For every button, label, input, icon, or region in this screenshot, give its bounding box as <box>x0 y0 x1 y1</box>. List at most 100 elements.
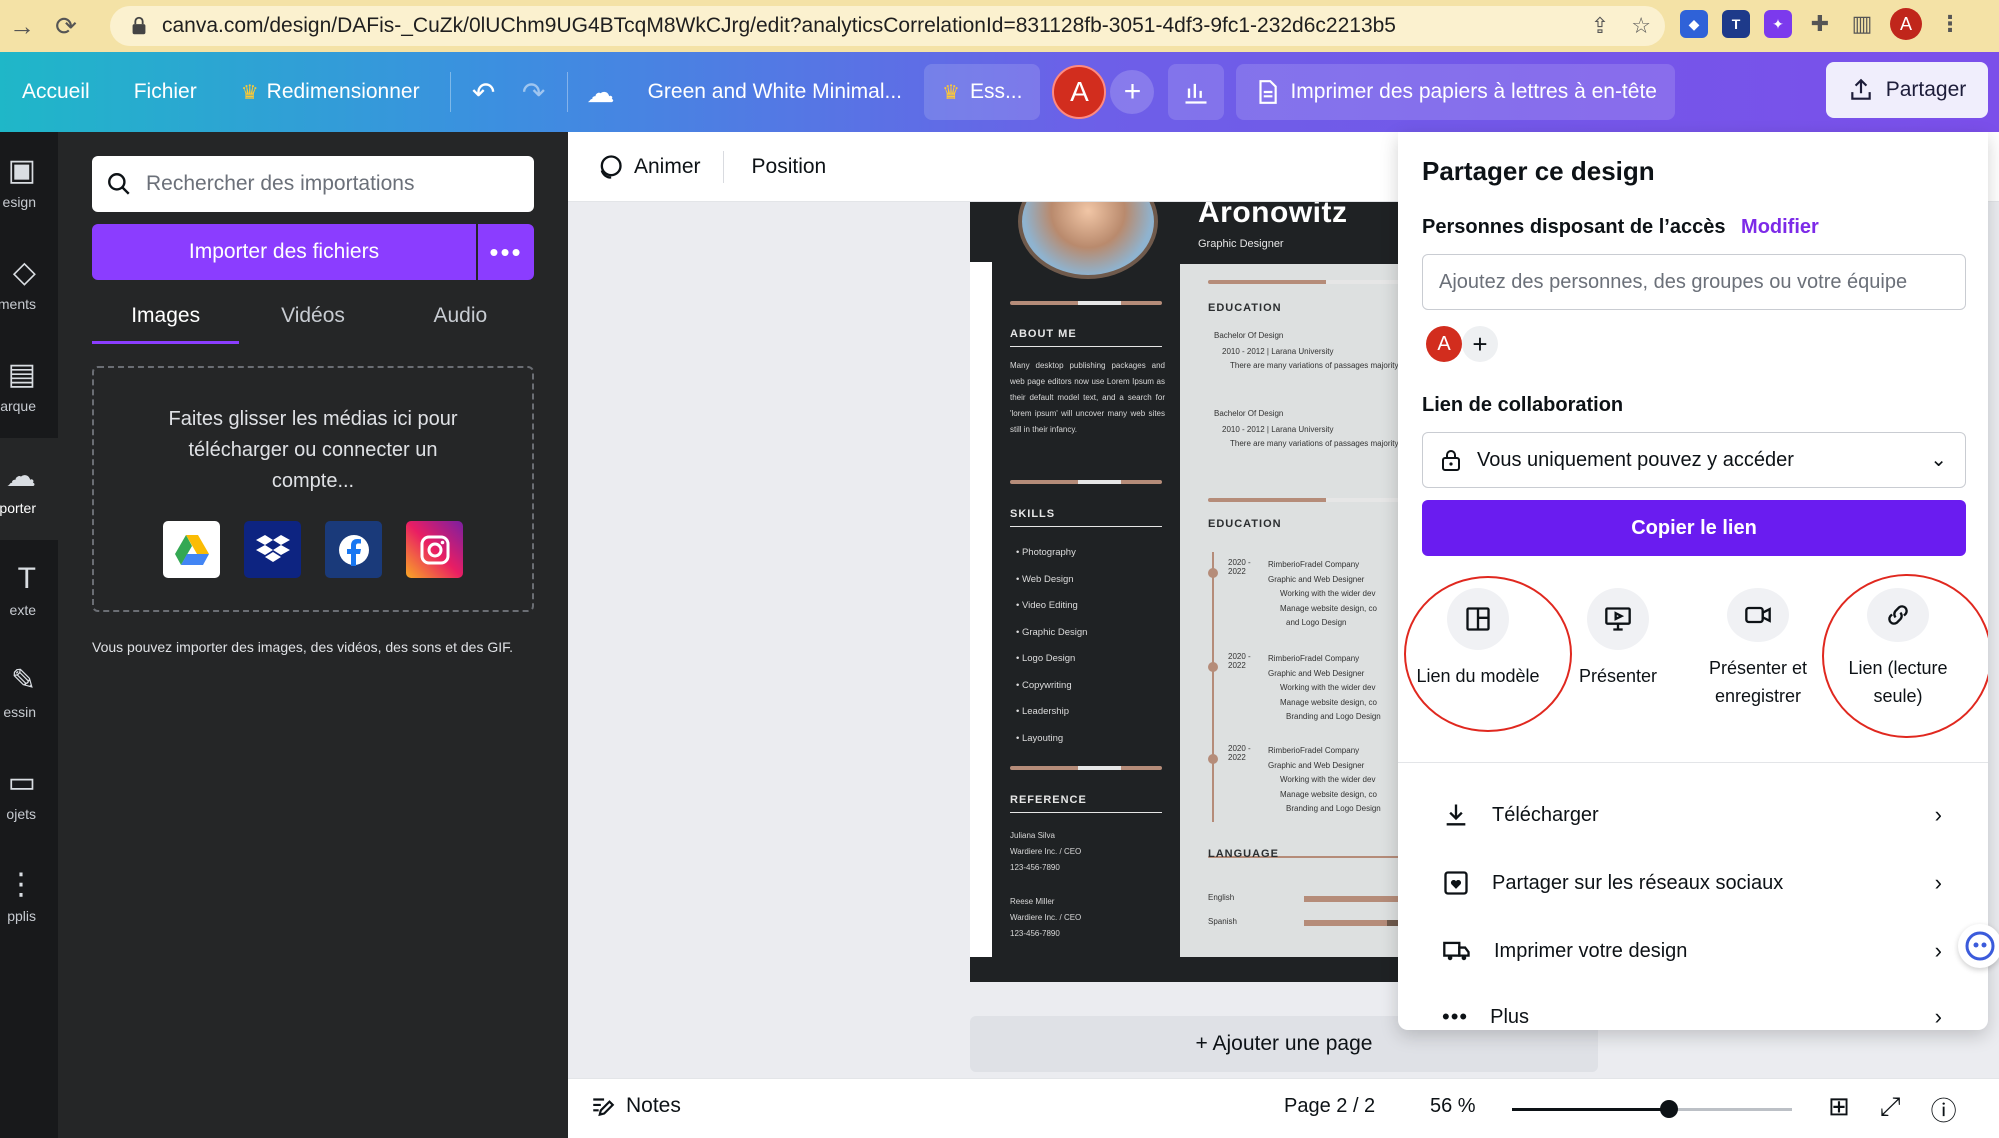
add-collaborator-icon[interactable]: + <box>1110 70 1155 114</box>
shapes-icon: ◇ <box>12 256 36 289</box>
facebook-icon[interactable] <box>325 521 382 578</box>
trial-button[interactable]: ♛ Ess... <box>924 64 1041 120</box>
more-row[interactable]: ••• Plus › <box>1442 992 1962 1030</box>
zoom-slider-handle[interactable] <box>1660 1100 1678 1118</box>
file-menu[interactable]: Fichier <box>112 52 219 132</box>
instagram-icon[interactable] <box>406 521 463 578</box>
highlight-circle <box>1404 576 1572 732</box>
rail-item-text[interactable]: Texte <box>0 540 58 642</box>
bookmark-star-icon[interactable]: ☆ <box>1631 13 1651 39</box>
extension-colorful-icon[interactable]: ✦ <box>1764 10 1792 38</box>
crown-icon: ♛ <box>240 81 259 104</box>
timeline-dot <box>1208 754 1218 764</box>
user-avatar[interactable]: A <box>1052 65 1107 119</box>
search-input[interactable] <box>146 172 534 196</box>
share-page-icon[interactable]: ⇪ <box>1591 13 1609 39</box>
tab-audio[interactable]: Audio <box>387 300 534 344</box>
rail-item-projects[interactable]: ▭ ojets <box>0 744 58 846</box>
upload-files-button[interactable]: Importer des fichiers <box>92 224 476 280</box>
resume-page[interactable]: Aronowitz Graphic Designer ABOUT ME Many… <box>970 202 1470 982</box>
side-panel-icon[interactable]: ▥ <box>1848 10 1876 38</box>
rail-item-draw[interactable]: ✎ essin <box>0 642 58 744</box>
present-option[interactable]: Présenter <box>1548 580 1688 710</box>
dropbox-icon[interactable] <box>244 521 301 578</box>
about-text: Many desktop publishing packages and web… <box>1010 361 1165 434</box>
notes-pen-icon <box>593 1098 615 1117</box>
present-label: Présenter <box>1578 666 1658 686</box>
experience-heading: EDUCATION <box>1208 518 1282 530</box>
language-2: Spanish <box>1208 917 1237 926</box>
help-icon[interactable]: ⓘ <box>1931 1091 1957 1128</box>
rail-item-brand[interactable]: ▤ arque <box>0 336 58 438</box>
notes-button[interactable]: Notes <box>590 1093 681 1119</box>
browser-menu-icon[interactable]: ⋮ <box>1936 10 1964 38</box>
chevron-down-icon: ⌄ <box>1930 449 1947 471</box>
view-only-link-option[interactable]: Lien (lecture seule) <box>1822 574 1988 738</box>
about-heading: ABOUT ME <box>1010 328 1077 340</box>
chevron-right-icon: › <box>1934 1004 1942 1029</box>
rail-item-design[interactable]: ▣ esign <box>0 132 58 234</box>
present-record-option[interactable]: Présenter et enregistrer <box>1688 580 1828 710</box>
browser-profile-avatar[interactable]: A <box>1890 8 1922 40</box>
extension-translate-icon[interactable]: T <box>1722 10 1750 38</box>
reload-icon[interactable]: ⟳ <box>44 0 88 52</box>
add-person-icon[interactable]: + <box>1462 326 1498 362</box>
undo-icon[interactable]: ↶ <box>459 52 509 132</box>
rail-item-uploads[interactable]: ☁ porter <box>0 438 58 540</box>
address-bar[interactable]: canva.com/design/DAFis-_CuZk/0lUChm9UG4B… <box>110 6 1665 46</box>
google-drive-icon[interactable] <box>163 521 220 578</box>
print-design-label: Imprimer votre design <box>1494 939 1688 962</box>
text-icon: T <box>17 562 36 595</box>
page-indicator[interactable]: Page 2 / 2 <box>1284 1095 1375 1118</box>
language-heading: LANGUAGE <box>1208 848 1279 860</box>
canva-topbar: Accueil Fichier ♛ Redimensionner ↶ ↷ ☁ G… <box>0 52 1999 132</box>
tab-videos[interactable]: Vidéos <box>239 300 386 344</box>
print-design-row[interactable]: Imprimer votre design › <box>1442 926 1962 976</box>
grid-view-icon[interactable]: ⊞ <box>1828 1091 1850 1128</box>
download-row[interactable]: Télécharger › <box>1442 790 1962 840</box>
resize-button[interactable]: ♛ Redimensionner <box>219 52 442 132</box>
rail-item-apps[interactable]: ⋮⋮pplis <box>0 846 58 948</box>
resume-divider-bar <box>1010 301 1162 305</box>
copy-link-button[interactable]: Copier le lien <box>1422 500 1966 556</box>
share-design-panel: Partager ce design Personnes disposant d… <box>1398 132 1988 1030</box>
rail-item-elements[interactable]: ◇ ments <box>0 234 58 336</box>
redo-icon[interactable]: ↷ <box>509 52 559 132</box>
chevron-right-icon: › <box>1934 802 1942 827</box>
resume-role: Graphic Designer <box>1198 238 1284 250</box>
position-button[interactable]: Position <box>746 155 849 179</box>
heading-underline <box>1010 812 1162 813</box>
extension-shield-icon[interactable]: ◆ <box>1680 10 1708 38</box>
share-button[interactable]: Partager <box>1826 62 1988 118</box>
template-link-option[interactable]: Lien du modèle <box>1404 576 1572 732</box>
fullscreen-icon[interactable]: ⤢ <box>1880 1091 1901 1128</box>
resume-divider-bar <box>1010 766 1162 770</box>
tab-images[interactable]: Images <box>92 300 240 344</box>
insights-chart-icon[interactable] <box>1168 64 1225 120</box>
modify-access-link[interactable]: Modifier <box>1741 216 1819 238</box>
search-box[interactable] <box>92 156 534 212</box>
chevron-right-icon: › <box>1934 870 1942 895</box>
share-label: Partager <box>1885 78 1967 101</box>
upload-note: Vous pouvez importer des images, des vid… <box>92 639 513 655</box>
url-text: canva.com/design/DAFis-_CuZk/0lUChm9UG4B… <box>162 14 1396 37</box>
add-people-field[interactable] <box>1422 254 1966 310</box>
collab-link-select[interactable]: Vous uniquement pouvez y accéder ⌄ <box>1422 432 1966 488</box>
extensions-puzzle-icon[interactable]: ✚ <box>1806 10 1834 38</box>
social-share-row[interactable]: Partager sur les réseaux sociaux › <box>1442 858 1962 908</box>
home-menu[interactable]: Accueil <box>0 52 112 132</box>
zoom-level[interactable]: 56 % <box>1430 1095 1476 1118</box>
assistant-bubble-icon[interactable] <box>1958 924 1999 968</box>
skill-item: Video Editing <box>1016 593 1087 620</box>
trial-label: Ess... <box>969 80 1023 103</box>
cloud-saved-icon[interactable]: ☁ <box>576 52 626 132</box>
more-options-icon[interactable]: ••• <box>478 224 534 280</box>
design-title[interactable]: Green and White Minimal... <box>626 52 924 132</box>
add-people-input[interactable] <box>1439 270 1965 294</box>
print-letterhead-button[interactable]: Imprimer des papiers à lettres à en-tête <box>1236 64 1675 120</box>
dropzone[interactable]: Faites glisser les médias ici pour téléc… <box>92 366 534 612</box>
animate-button[interactable]: Animer <box>590 153 723 181</box>
zoom-slider[interactable] <box>1512 1100 1792 1118</box>
forward-icon[interactable]: → <box>0 0 44 52</box>
owner-avatar: A <box>1426 326 1462 362</box>
